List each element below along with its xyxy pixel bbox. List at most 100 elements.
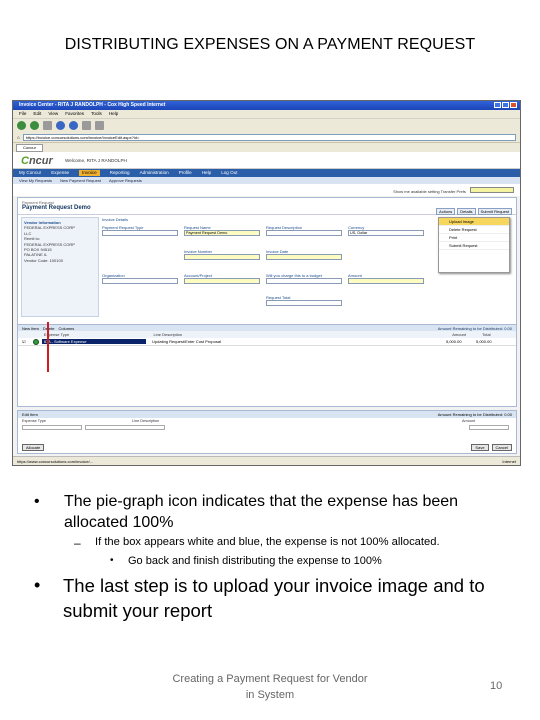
nav-expense[interactable]: Expense (51, 170, 69, 176)
submit-request-button[interactable]: Submit Request (477, 208, 512, 215)
concur-header: Cncur Welcome, RITA J RANDOLPH (13, 152, 520, 169)
edit-col-expense-type: Expense Type (22, 419, 46, 423)
nav-administration[interactable]: Administration (140, 170, 169, 176)
search-icon[interactable] (82, 121, 91, 130)
refresh-icon[interactable] (56, 121, 65, 130)
concur-subnav: View My Requests New Payment Request App… (13, 177, 520, 184)
row-description: Updating Request/Enter Cost Proposal (152, 339, 221, 344)
minimize-icon[interactable] (494, 102, 501, 108)
col-amount: Amount (452, 332, 467, 337)
window-controls[interactable] (494, 102, 517, 108)
subnav-new-request[interactable]: New Payment Request (60, 178, 101, 183)
col-total: Total (482, 332, 491, 337)
window-titlebar: Invoice Center - RITA J RANDOLPH - Cox H… (13, 101, 520, 110)
expense-toolbar: New Item Delete Columns Amount Remaining… (18, 324, 516, 331)
req-desc-field: Request Description (266, 225, 342, 236)
menu-file[interactable]: File (19, 111, 26, 117)
window-title: Invoice Center - RITA J RANDOLPH - Cox H… (19, 102, 166, 108)
menu-upload-image[interactable]: Upload Image (439, 218, 509, 226)
address-label-icon: ⌂ (17, 134, 20, 140)
home-icon[interactable] (69, 121, 78, 130)
menu-view[interactable]: View (48, 111, 58, 117)
edit-amount-remaining: Amount Remaining to be Distributed: 0.00 (437, 412, 512, 417)
tab-concur[interactable]: Concur (16, 143, 43, 152)
nav-log-out[interactable]: Log Out (221, 170, 237, 176)
nav-help[interactable]: Help (202, 170, 211, 176)
row-checkbox[interactable]: ☑ (22, 339, 30, 344)
edit-row (18, 424, 516, 431)
nav-my-concur[interactable]: My Concur (19, 170, 41, 176)
prefs-label: Show me available setting Transfer Prefs (393, 189, 466, 194)
menu-delete-request[interactable]: Delete Request (439, 226, 509, 234)
embedded-screenshot: Invoice Center - RITA J RANDOLPH - Cox H… (12, 100, 521, 466)
amount-input[interactable] (348, 278, 424, 284)
edit-col-amount: Amount (462, 419, 476, 423)
menu-tools[interactable]: Tools (91, 111, 102, 117)
organization-input[interactable] (102, 278, 178, 284)
organization-field: Organization (102, 273, 178, 284)
concur-nav: My Concur Expense Invoice Reporting Admi… (13, 169, 520, 177)
req-name-input[interactable]: Payment Request Demo (184, 230, 260, 236)
slide-footer: Creating a Payment Request for Vendor in… (172, 673, 368, 701)
back-icon[interactable] (17, 121, 26, 130)
subnav-view-requests[interactable]: View My Requests (19, 178, 52, 183)
header-actions: Actions Details Submit Request (436, 208, 512, 215)
vendor-info: Vendor Information FEDERAL EXPRESS CORP … (21, 217, 99, 317)
invoice-number-input[interactable] (184, 254, 260, 260)
browser-tabs: Concur (13, 142, 520, 152)
menu-print[interactable]: Print (439, 234, 509, 242)
details-button[interactable]: Details (457, 208, 476, 215)
nav-profile[interactable]: Profile (179, 170, 192, 176)
nav-reporting[interactable]: Reporting (110, 170, 130, 176)
favorites-icon[interactable] (95, 121, 104, 130)
edit-item-header: Edit Item Amount Remaining to be Distrib… (18, 411, 516, 418)
concur-logo: Cncur (21, 155, 53, 167)
expense-row[interactable]: ☑ IDA - Software Expense Updating Reques… (18, 338, 516, 346)
edit-expense-type-input[interactable] (22, 425, 82, 430)
col-expense-type: Expense Type (43, 332, 70, 337)
req-type-input[interactable] (102, 230, 178, 236)
invoice-date-input[interactable] (266, 254, 342, 260)
vendor-line: Vendor Code: 100100 (24, 257, 63, 263)
browser-statusbar: https://www.concursolutions.com/invoice/… (13, 456, 520, 465)
menu-submit-request[interactable]: Submit Request (439, 242, 509, 250)
nav-invoice[interactable]: Invoice (79, 170, 100, 176)
welcome-text: Welcome, RITA J RANDOLPH (65, 158, 127, 163)
maximize-icon[interactable] (502, 102, 509, 108)
bullet-icon: • (34, 575, 41, 595)
menu-help[interactable]: Help (109, 111, 118, 117)
payment-request-panel: Payment Request Payment Request Demo Act… (17, 197, 517, 407)
cancel-button[interactable]: Cancel (491, 444, 512, 451)
subnav-approve[interactable]: Approve Requests (109, 178, 142, 183)
currency-select[interactable]: US, Dollar (348, 230, 424, 236)
save-button[interactable]: Save (471, 444, 489, 451)
slide-title: DISTRIBUTING EXPENSES ON A PAYMENT REQUE… (64, 36, 476, 53)
allocate-button[interactable]: Allocate (22, 444, 45, 451)
bullet-pie-graph: The pie-graph icon indicates that the ex… (64, 493, 459, 531)
edit-amount-input[interactable] (469, 425, 509, 430)
budget-charge-select[interactable] (266, 278, 342, 284)
status-url: https://www.concursolutions.com/invoice/… (17, 459, 94, 464)
stop-icon[interactable] (43, 121, 52, 130)
dash-icon: – (74, 536, 81, 550)
menu-favorites[interactable]: Favorites (65, 111, 84, 117)
actions-button[interactable]: Actions (436, 208, 456, 215)
bullet-go-back: Go back and finish distributing the expe… (128, 555, 382, 567)
account-project-select[interactable] (184, 278, 260, 284)
actions-dropdown-menu: Upload Image Delete Request Print Submit… (438, 217, 510, 273)
menu-edit[interactable]: Edit (33, 111, 41, 117)
bullet-icon: • (34, 493, 40, 510)
req-desc-input[interactable] (266, 230, 342, 236)
prefs-row: Show me available setting Transfer Prefs (13, 184, 520, 196)
prefs-dropdown[interactable] (470, 187, 514, 193)
new-item-button[interactable]: New Item (22, 326, 39, 331)
status-zone: Internet (502, 459, 516, 464)
account-project-field: Account/Project (184, 273, 260, 284)
browser-toolbar (13, 118, 520, 132)
address-input[interactable]: https://invoice.concursolutions.com/invo… (22, 133, 516, 141)
close-icon[interactable] (510, 102, 517, 108)
budget-charge-field: Will you charge this to a budget (266, 273, 342, 284)
forward-icon[interactable] (30, 121, 39, 130)
edit-description-input[interactable] (85, 425, 165, 430)
columns-button[interactable]: Columns (58, 326, 74, 331)
